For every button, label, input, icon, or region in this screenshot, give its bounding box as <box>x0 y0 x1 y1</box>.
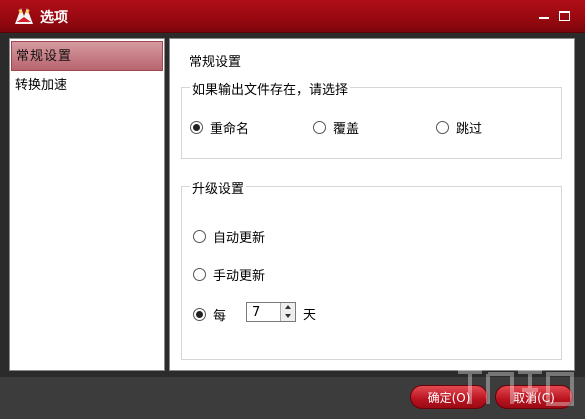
radio-skip-label: 跳过 <box>456 122 483 137</box>
window-title: 选项 <box>40 10 68 26</box>
stepper-down-icon[interactable] <box>281 312 295 321</box>
panel-title: 常规设置 <box>189 55 242 70</box>
radio-manual-update-circle[interactable] <box>193 268 206 281</box>
minimize-button[interactable] <box>537 10 551 22</box>
update-settings-legend: 升级设置 <box>190 178 247 197</box>
radio-rename-label: 重命名 <box>210 122 250 137</box>
radio-every[interactable]: 每 <box>193 305 226 324</box>
interval-unit: 天 <box>303 308 317 323</box>
radio-auto-update-label: 自动更新 <box>213 231 266 246</box>
update-settings-group: 升级设置 自动更新 手动更新 每 7 天 <box>181 178 562 360</box>
options-dialog: 选项 常规设置 转换加速 常规设置 如果输出文件存在，请选择 重命名 覆盖 跳过… <box>0 0 585 419</box>
settings-sidebar: 常规设置 转换加速 <box>9 38 165 371</box>
radio-skip[interactable]: 跳过 <box>436 118 482 137</box>
output-exists-group: 如果输出文件存在，请选择 重命名 覆盖 跳过 <box>181 79 562 159</box>
radio-manual-update[interactable]: 手动更新 <box>193 265 265 284</box>
radio-every-label: 每 <box>213 309 227 324</box>
radio-manual-update-label: 手动更新 <box>213 269 266 284</box>
radio-auto-update[interactable]: 自动更新 <box>193 227 265 246</box>
radio-rename[interactable]: 重命名 <box>190 118 249 137</box>
sidebar-item-general[interactable]: 常规设置 <box>11 41 163 71</box>
radio-every-circle[interactable] <box>193 308 206 321</box>
radio-skip-circle[interactable] <box>436 121 449 134</box>
sidebar-item-acceleration[interactable]: 转换加速 <box>11 71 163 101</box>
interval-value[interactable]: 7 <box>252 305 260 320</box>
radio-overwrite-circle[interactable] <box>313 121 326 134</box>
interval-stepper[interactable]: 7 <box>246 302 296 322</box>
output-exists-legend: 如果输出文件存在，请选择 <box>190 79 351 98</box>
watermark-logo-icon <box>458 370 574 406</box>
radio-overwrite-label: 覆盖 <box>333 122 360 137</box>
maximize-button[interactable] <box>558 10 572 22</box>
radio-rename-circle[interactable] <box>190 121 203 134</box>
stepper-buttons <box>280 303 295 321</box>
radio-overwrite[interactable]: 覆盖 <box>313 118 359 137</box>
settings-panel: 常规设置 如果输出文件存在，请选择 重命名 覆盖 跳过 升级设置 自动更新 手动… <box>169 38 575 371</box>
radio-auto-update-circle[interactable] <box>193 230 206 243</box>
title-bar[interactable]: 选项 <box>0 0 585 33</box>
app-logo-icon <box>15 8 33 24</box>
